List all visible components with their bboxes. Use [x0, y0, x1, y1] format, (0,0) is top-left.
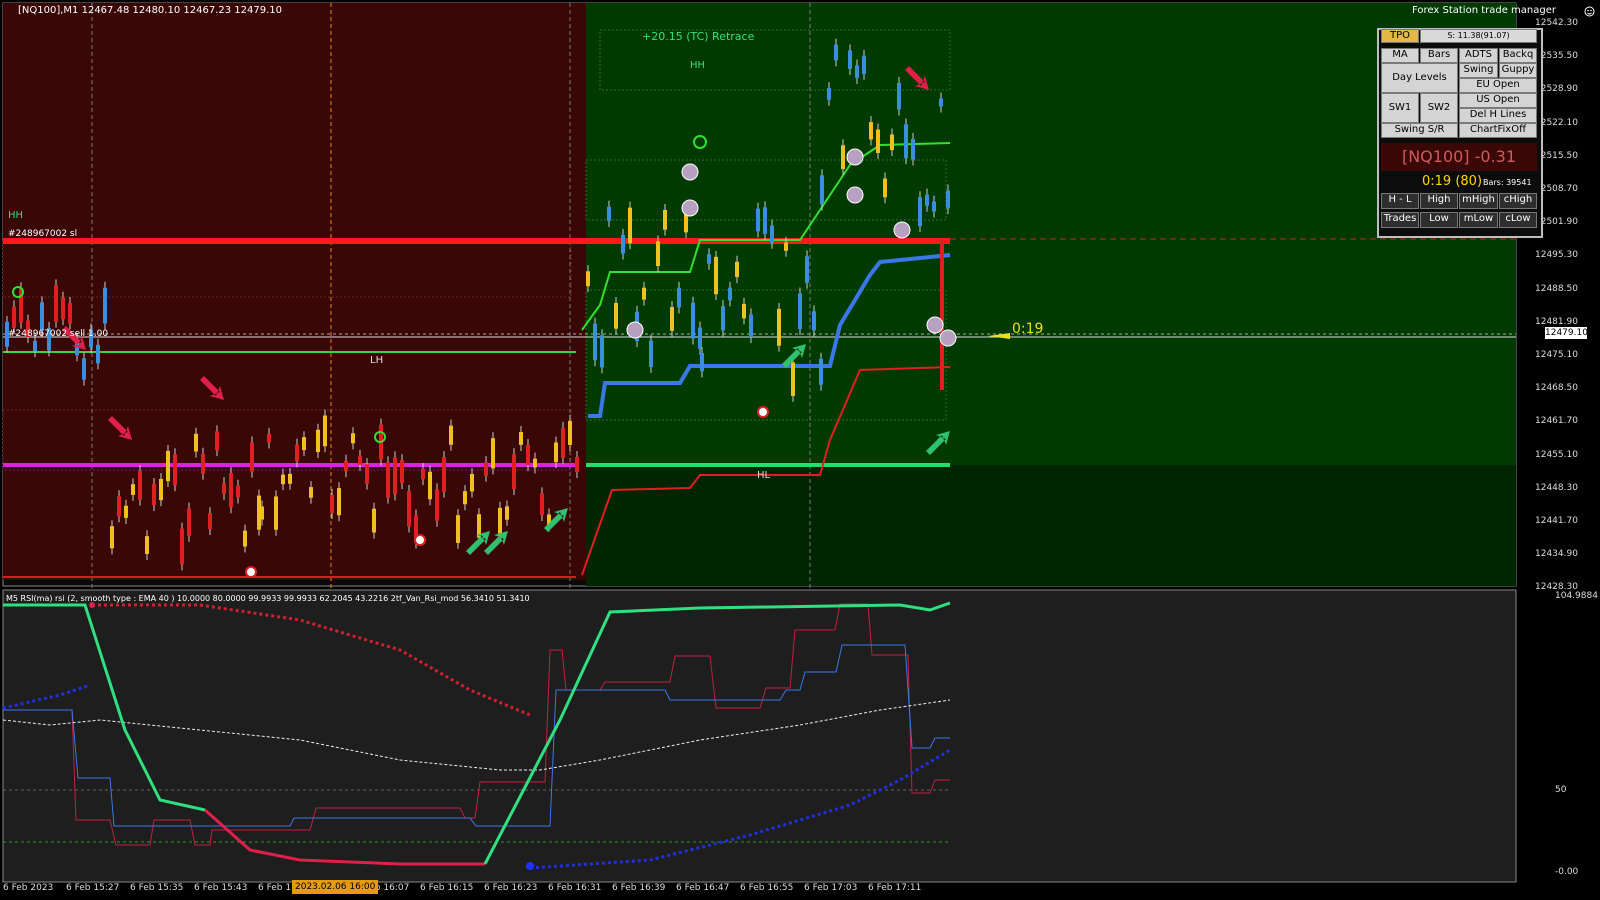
price-tick: 12434.90 [1535, 549, 1578, 560]
indicator-axis-mid: 50 [1555, 785, 1567, 795]
price-tick: 12495.30 [1535, 250, 1578, 261]
symbol-pl-display: [NQ100] -0.31 [1381, 143, 1537, 171]
trade-manager-title: Forex Station trade manager [1412, 5, 1556, 16]
chartfixoff-button[interactable]: ChartFixOff [1459, 123, 1537, 138]
price-tick: 12488.50 [1535, 283, 1578, 294]
chart-canvas[interactable] [0, 0, 1600, 900]
hl-label: HL [757, 470, 771, 481]
time-tick: 6 Feb 16:39 [612, 883, 666, 893]
indicator-axis-top: 104.9884 [1555, 591, 1598, 601]
us-open-button[interactable]: US Open [1459, 93, 1537, 108]
del-h-lines-button[interactable]: Del H Lines [1459, 108, 1537, 123]
current-price-tag: 12479.10 [1545, 327, 1588, 339]
retrace-label: +20.15 (TC) Retrace [642, 30, 755, 43]
mlow-button[interactable]: mLow [1459, 212, 1498, 228]
sl-label: #248967002 sl [8, 229, 78, 239]
price-tick: 12448.30 [1535, 482, 1578, 493]
mhigh-button[interactable]: mHigh [1459, 193, 1498, 209]
entry-label: #248967002 sell 1.00 [8, 329, 109, 339]
time-tick: 6 Feb 16:47 [676, 883, 730, 893]
time-tick: 6 Feb 15:43 [194, 883, 248, 893]
time-tick: 6 Feb 16:31 [548, 883, 602, 893]
time-tick: 6 Feb 16:55 [740, 883, 794, 893]
bear-zone [3, 3, 586, 580]
bars-count: Bars: 39541 [1483, 178, 1532, 187]
price-tick: 12441.70 [1535, 516, 1578, 526]
high-button[interactable]: High [1420, 193, 1458, 209]
price-tick: 12475.10 [1535, 350, 1578, 360]
smiley-icon [1584, 6, 1595, 17]
h-l-button[interactable]: H - L [1381, 193, 1419, 209]
clow-button[interactable]: cLow [1499, 212, 1537, 228]
time-tick: 6 Feb 16:15 [420, 883, 474, 893]
time-tick: 6 Feb 15:35 [130, 883, 184, 893]
backq-button[interactable]: Backq [1499, 48, 1537, 63]
time-tick: 6 Feb 16:23 [484, 883, 538, 893]
time-tick: 6 Feb 17:03 [804, 883, 858, 893]
indicator-pane [2, 589, 1517, 883]
lh-label: LH [370, 355, 384, 366]
time-tick: 6 Feb 17:11 [868, 883, 922, 893]
sw1-button[interactable]: SW1 [1381, 93, 1419, 123]
time-tick: 6 Feb 1 [258, 883, 292, 893]
bars-button[interactable]: Bars [1420, 48, 1458, 63]
sw2-button[interactable]: SW2 [1420, 93, 1458, 123]
adts-button[interactable]: ADTS [1459, 48, 1498, 63]
time-tick: 6 Feb 15:27 [66, 883, 120, 893]
time-highlight: 2023.02.06 16:00 [292, 880, 379, 894]
indicator-axis-bottom: -0.00 [1555, 867, 1579, 877]
hh-label-left: HH [8, 210, 24, 221]
chigh-button[interactable]: cHigh [1499, 193, 1537, 209]
price-tick: 12461.70 [1535, 416, 1578, 427]
indicator-header: M5 RSI(ma) rsi (2, smooth type : EMA 40 … [6, 594, 530, 603]
hh-label-top: HH [690, 60, 706, 71]
day-levels-button[interactable]: Day Levels [1381, 63, 1458, 93]
trades-button[interactable]: Trades [1381, 212, 1419, 228]
tpo-button[interactable]: TPO [1381, 29, 1419, 43]
price-tick: 12468.50 [1535, 383, 1578, 394]
price-tick: 12455.10 [1535, 449, 1578, 460]
eu-open-button[interactable]: EU Open [1459, 78, 1537, 93]
bull-zone-lower [586, 465, 1516, 586]
spread-info: S: 11.38(91.07) [1420, 29, 1537, 43]
swing-button[interactable]: Swing [1459, 63, 1498, 78]
time-tick: 6 Feb 2023 [3, 883, 54, 893]
timer-arrow-label: 0:19 [1012, 321, 1044, 337]
guppy-button[interactable]: Guppy [1499, 63, 1537, 78]
low-button[interactable]: Low [1420, 212, 1458, 228]
swing-sr-button[interactable]: Swing S/R [1381, 123, 1458, 138]
ma-button[interactable]: MA [1381, 48, 1419, 63]
bar-timer: 0:19 (80) [1422, 174, 1483, 189]
chart-header: [NQ100],M1 12467.48 12480.10 12467.23 12… [18, 5, 282, 16]
